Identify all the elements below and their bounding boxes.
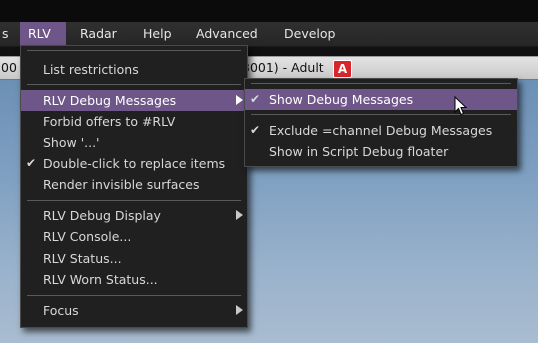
menu-item-label: Show '...' — [43, 135, 100, 150]
separator — [27, 200, 241, 201]
menu-bar: s RLV Radar Help Advanced Develop — [0, 22, 538, 47]
submenu-arrow-icon — [236, 210, 243, 220]
menu-item-label: RLV Debug Display — [43, 208, 161, 223]
separator — [27, 295, 241, 296]
separator — [251, 114, 511, 115]
separator — [251, 83, 511, 84]
menu-item-label: RLV Worn Status... — [43, 272, 158, 287]
menu-item-render-invisible[interactable]: Render invisible surfaces — [21, 174, 247, 195]
menu-help[interactable]: Help — [135, 22, 180, 46]
menu-item-show-in-script-debug[interactable]: Show in Script Debug floater — [245, 141, 517, 162]
menu-item-label: Forbid offers to #RLV — [43, 114, 176, 129]
rlv-menu: List restrictions RLV Debug Messages For… — [20, 45, 248, 328]
menu-item-label: RLV Status... — [43, 251, 122, 266]
menu-item-list-restrictions[interactable]: List restrictions — [21, 59, 247, 80]
separator — [27, 84, 241, 85]
menu-item-label: Render invisible surfaces — [43, 177, 200, 192]
submenu-arrow-icon — [236, 305, 243, 315]
separator — [27, 50, 241, 51]
menu-item-exclude-channel[interactable]: ✔ Exclude =channel Debug Messages — [245, 120, 517, 141]
location-fragment-right: 3001) - Adult — [242, 60, 324, 75]
menu-item-label: Show in Script Debug floater — [269, 144, 449, 159]
menu-rlv[interactable]: RLV — [20, 22, 66, 46]
mouse-pointer-icon — [454, 96, 468, 116]
top-strip — [0, 0, 538, 22]
menu-item-rlv-debug-messages[interactable]: RLV Debug Messages — [21, 90, 247, 111]
menu-item-label: Double-click to replace items — [43, 156, 226, 171]
menu-item-label: List restrictions — [43, 62, 139, 77]
menu-item-label: Exclude =channel Debug Messages — [269, 123, 493, 138]
menu-item-label: Focus — [43, 303, 79, 318]
checkmark-icon: ✔ — [26, 156, 37, 170]
submenu-arrow-icon — [236, 95, 243, 105]
menu-advanced[interactable]: Advanced — [188, 22, 266, 46]
menu-item-rlv-console[interactable]: RLV Console... — [21, 226, 247, 247]
menu-s[interactable]: s — [0, 22, 17, 46]
menu-item-double-click-replace[interactable]: ✔ Double-click to replace items — [21, 153, 247, 174]
menu-item-rlv-debug-display[interactable]: RLV Debug Display — [21, 205, 247, 226]
menu-item-forbid-offers[interactable]: Forbid offers to #RLV — [21, 111, 247, 132]
menu-item-focus[interactable]: Focus — [21, 300, 247, 321]
menu-item-label: RLV Debug Messages — [43, 93, 177, 108]
menu-item-show-ellipsis[interactable]: Show '...' — [21, 132, 247, 153]
menu-item-show-debug-messages[interactable]: ✔ Show Debug Messages — [245, 89, 517, 110]
rlv-debug-messages-submenu: ✔ Show Debug Messages ✔ Exclude =channel… — [244, 78, 518, 167]
menu-develop[interactable]: Develop — [276, 22, 343, 46]
menu-item-label: RLV Console... — [43, 229, 132, 244]
checkmark-icon: ✔ — [250, 92, 261, 106]
menu-radar[interactable]: Radar — [72, 22, 125, 46]
adult-rating-icon: A — [333, 60, 352, 78]
menu-item-label: Show Debug Messages — [269, 92, 414, 107]
menu-item-rlv-worn-status[interactable]: RLV Worn Status... — [21, 269, 247, 290]
location-fragment-left: 00 — [1, 60, 17, 75]
checkmark-icon: ✔ — [250, 123, 261, 137]
menu-item-rlv-status[interactable]: RLV Status... — [21, 248, 247, 269]
